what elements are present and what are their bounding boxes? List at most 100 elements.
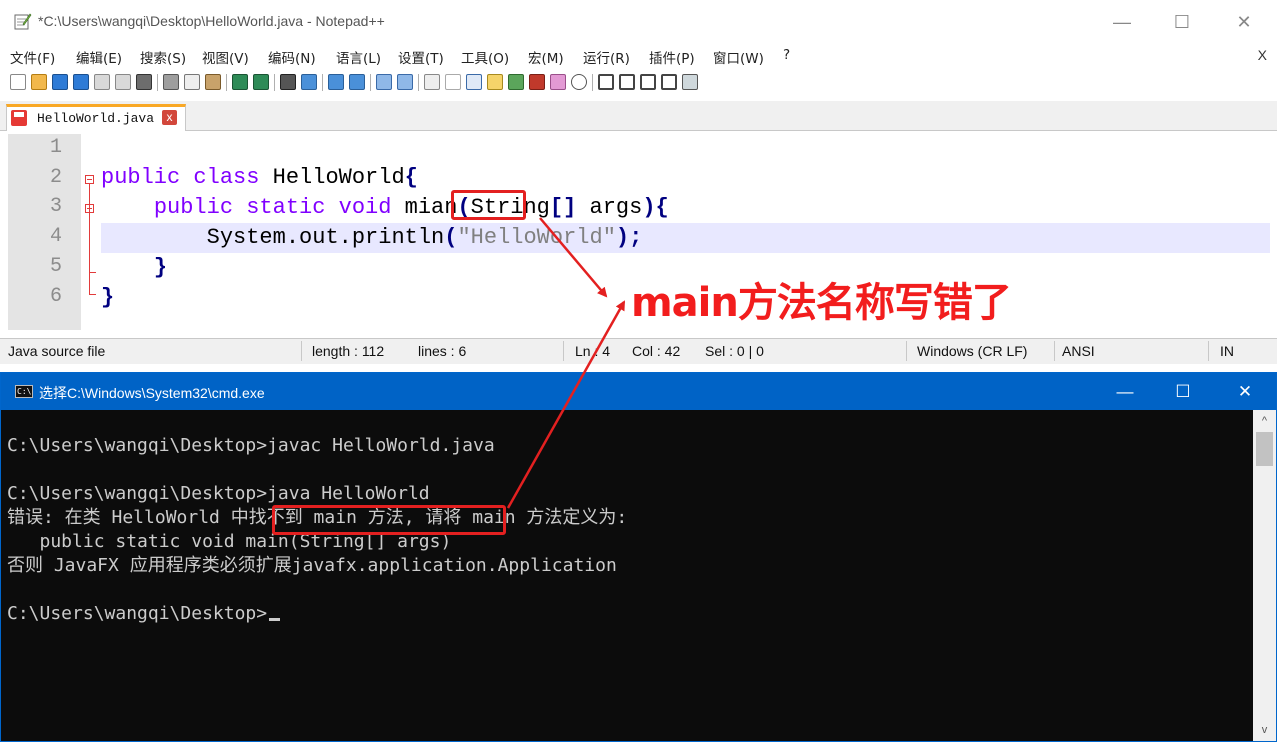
misspelled-method-name: mian: [404, 195, 458, 220]
language-icon[interactable]: [487, 74, 503, 90]
console-line: C:\Users\wangqi\Desktop>javac HelloWorld…: [7, 435, 495, 456]
copy-icon[interactable]: [184, 74, 200, 90]
indent-guide-icon[interactable]: [466, 74, 482, 90]
selection-info: Sel : 0 | 0: [705, 343, 764, 359]
console-output[interactable]: C:\Users\wangqi\Desktop>javac HelloWorld…: [1, 410, 1253, 741]
save-macro-icon[interactable]: [682, 74, 698, 90]
replace-icon[interactable]: [301, 74, 317, 90]
save-icon[interactable]: [52, 74, 68, 90]
menu-encoding[interactable]: 编码(N): [268, 47, 316, 67]
console-line: 否则 JavaFX 应用程序类必须扩展javafx.application.Ap…: [7, 555, 617, 576]
line-number: 3: [49, 195, 62, 218]
eol-format: Windows (CR LF): [917, 343, 1028, 359]
close-document-button[interactable]: X: [1258, 47, 1267, 63]
cmd-titlebar[interactable]: C:\ 选择C:\Windows\System32\cmd.exe — ☐ ✕: [1, 373, 1276, 410]
zoom-out-icon[interactable]: [349, 74, 365, 90]
maximize-button[interactable]: ☐: [1151, 0, 1213, 44]
scroll-up-icon[interactable]: ^: [1253, 412, 1276, 430]
prompt-text: C:\Users\wangqi\Desktop>: [7, 603, 268, 624]
run-macro-multiple-icon[interactable]: [661, 74, 677, 90]
show-all-chars-icon[interactable]: [445, 74, 461, 90]
cmd-minimize-button[interactable]: —: [1095, 373, 1155, 410]
status-bar: Java source file length : 112 lines : 6 …: [0, 338, 1277, 364]
print-icon[interactable]: [136, 74, 152, 90]
redo-icon[interactable]: [253, 74, 269, 90]
code-line-6: }: [101, 285, 115, 310]
menu-macro[interactable]: 宏(M): [528, 47, 564, 67]
line-number: 2: [49, 166, 62, 189]
doc-map-icon[interactable]: [508, 74, 524, 90]
console-line: C:\Users\wangqi\Desktop>java HelloWorld: [7, 483, 430, 504]
line-number: 1: [49, 136, 62, 159]
menu-view[interactable]: 视图(V): [202, 47, 249, 67]
record-macro-icon[interactable]: [598, 74, 614, 90]
close-all-icon[interactable]: [115, 74, 131, 90]
column-position: Col : 42: [632, 343, 681, 359]
annotation-box-method-name: [451, 190, 526, 220]
save-all-icon[interactable]: [73, 74, 89, 90]
unsaved-file-icon: [11, 110, 27, 126]
line-number: 6: [49, 285, 62, 308]
scroll-down-icon[interactable]: v: [1253, 721, 1276, 739]
code-line-3: public static void mian(String[] args){: [153, 195, 669, 220]
menu-run[interactable]: 运行(R): [583, 47, 630, 67]
find-icon[interactable]: [280, 74, 296, 90]
menu-search[interactable]: 搜索(S): [140, 47, 186, 67]
code-line-5: }: [153, 255, 168, 280]
encoding: ANSI: [1062, 343, 1095, 359]
cmd-scrollbar[interactable]: ^ v: [1253, 410, 1276, 741]
tab-close-icon[interactable]: x: [162, 110, 177, 125]
menu-edit[interactable]: 编辑(E): [76, 47, 122, 67]
scroll-thumb[interactable]: [1256, 432, 1273, 466]
menu-settings[interactable]: 设置(T): [398, 47, 444, 67]
menu-help[interactable]: ?: [783, 47, 790, 63]
sync-vertical-icon[interactable]: [376, 74, 392, 90]
monitor-icon[interactable]: [571, 74, 587, 90]
lines-info: lines : 6: [418, 343, 467, 359]
sync-horizontal-icon[interactable]: [397, 74, 413, 90]
code-line-4: System.out.println("HelloWorld");: [206, 225, 643, 250]
paste-icon[interactable]: [205, 74, 221, 90]
tab-helloworld-java[interactable]: HelloWorld.java x: [6, 104, 186, 131]
zoom-in-icon[interactable]: [328, 74, 344, 90]
menu-window[interactable]: 窗口(W): [713, 47, 764, 67]
menu-plugins[interactable]: 插件(P): [649, 47, 695, 67]
cut-icon[interactable]: [163, 74, 179, 90]
menu-bar: 文件(F) 编辑(E) 搜索(S) 视图(V) 编码(N) 语言(L) 设置(T…: [0, 44, 1277, 68]
tab-bar: HelloWorld.java x: [0, 101, 1277, 131]
menu-language[interactable]: 语言(L): [336, 47, 381, 67]
code-line-2: public class HelloWorld{: [101, 165, 418, 190]
notepad-app-icon: [14, 13, 32, 30]
window-title: *C:\Users\wangqi\Desktop\HelloWorld.java…: [38, 13, 385, 29]
menu-file[interactable]: 文件(F): [10, 47, 55, 67]
undo-icon[interactable]: [232, 74, 248, 90]
toolbar: [0, 70, 1277, 96]
annotation-box-error-message: [272, 505, 506, 535]
menu-tools[interactable]: 工具(O): [461, 47, 509, 67]
console-prompt: C:\Users\wangqi\Desktop>: [7, 602, 281, 626]
line-number-gutter: 1 2 3 4 5 6: [8, 134, 81, 330]
word-wrap-icon[interactable]: [424, 74, 440, 90]
function-list-icon[interactable]: [529, 74, 545, 90]
fold-toggle-icon[interactable]: [85, 175, 94, 184]
length-info: length : 112: [312, 343, 385, 359]
new-file-icon[interactable]: [10, 74, 26, 90]
close-button[interactable]: ✕: [1213, 0, 1275, 44]
minimize-button[interactable]: —: [1091, 0, 1153, 44]
open-file-icon[interactable]: [31, 74, 47, 90]
fold-margin: [81, 134, 101, 330]
line-number: 5: [49, 255, 62, 278]
tab-label: HelloWorld.java: [37, 111, 155, 126]
close-file-icon[interactable]: [94, 74, 110, 90]
folder-workspace-icon[interactable]: [550, 74, 566, 90]
stop-macro-icon[interactable]: [619, 74, 635, 90]
line-position: Ln : 4: [575, 343, 611, 359]
cmd-window: C:\ 选择C:\Windows\System32\cmd.exe — ☐ ✕ …: [0, 372, 1277, 742]
cmd-maximize-button[interactable]: ☐: [1153, 373, 1213, 410]
cmd-app-icon: C:\: [15, 385, 33, 398]
text-cursor: [269, 618, 281, 621]
notepad-titlebar[interactable]: *C:\Users\wangqi\Desktop\HelloWorld.java…: [0, 0, 1277, 44]
play-macro-icon[interactable]: [640, 74, 656, 90]
cmd-window-title: 选择C:\Windows\System32\cmd.exe: [39, 385, 265, 401]
cmd-close-button[interactable]: ✕: [1215, 373, 1275, 410]
